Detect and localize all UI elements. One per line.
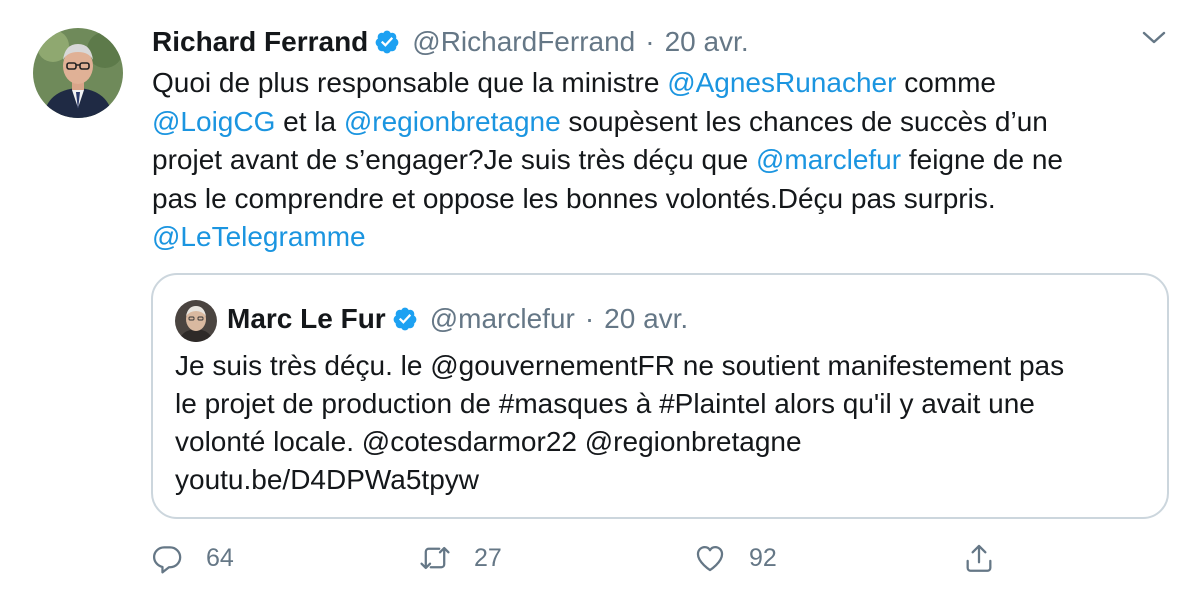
quoted-author-avatar[interactable] (175, 300, 217, 342)
reply-count: 64 (206, 543, 234, 572)
header-separator: · (645, 26, 655, 57)
quoted-header-separator: · (584, 303, 595, 334)
mention-link[interactable]: @LeTelegramme (152, 221, 366, 252)
quoted-tweet[interactable]: Marc Le Fur @marclefur · 20 avr. Je suis… (151, 273, 1169, 519)
reply-icon (152, 546, 182, 574)
tweet-text: Quoi de plus responsable que la ministre… (152, 64, 1162, 257)
quoted-text-line: le projet de production de #masques à #P… (175, 388, 1035, 419)
share-button[interactable] (962, 536, 996, 580)
mention-link[interactable]: @marclefur (756, 144, 901, 175)
quoted-text-line: youtu.be/D4DPWa5tpyw (175, 464, 479, 495)
tweet-text-segment: Quoi de plus responsable que la ministre (152, 67, 668, 98)
tweet-header: Richard Ferrand @RichardFerrand · 20 avr… (152, 22, 749, 62)
chevron-down-icon[interactable] (1141, 28, 1167, 48)
tweet-text-line: pas le comprendre et oppose les bonnes v… (152, 180, 1162, 219)
tweet-text-line: @LeTelegramme (152, 218, 1162, 257)
tweet-actions: 64 27 92 (150, 536, 1010, 580)
tweet-text-line: Quoi de plus responsable que la ministre… (152, 64, 1162, 103)
quoted-author-handle[interactable]: @marclefur (430, 303, 575, 335)
tweet-text-segment: et la (275, 105, 344, 137)
tweet-text-segment: feigne de ne (901, 144, 1063, 175)
mention-link[interactable]: @regionbretagne (344, 106, 561, 137)
verified-badge-icon (374, 29, 400, 55)
quoted-text-line: volonté locale. @cotesdarmor22 @regionbr… (175, 426, 802, 457)
quoted-author-name[interactable]: Marc Le Fur (227, 303, 386, 335)
mention-link[interactable]: @AgnesRunacher (667, 67, 896, 98)
share-icon (966, 544, 992, 572)
author-handle[interactable]: @RichardFerrand (412, 26, 635, 58)
author-avatar[interactable] (33, 28, 123, 118)
quoted-tweet-text: Je suis très déçu. le @gouvernementFR ne… (175, 347, 1155, 499)
heart-icon (696, 545, 724, 572)
mention-link[interactable]: @LoigCG (152, 106, 275, 137)
author-name[interactable]: Richard Ferrand (152, 26, 368, 58)
like-count: 92 (749, 543, 777, 572)
like-button[interactable]: 92 (693, 536, 777, 580)
quoted-tweet-date[interactable]: 20 avr. (604, 303, 688, 335)
retweet-icon (420, 546, 450, 570)
tweet-text-line: @LoigCG et la @regionbretagne soupèsent … (152, 103, 1162, 142)
tweet-text-segment: comme (896, 67, 996, 98)
tweet-date[interactable]: 20 avr. (665, 26, 749, 58)
retweet-button[interactable]: 27 (418, 536, 502, 580)
reply-button[interactable]: 64 (150, 536, 234, 580)
tweet-card[interactable]: Richard Ferrand @RichardFerrand · 20 avr… (0, 0, 1202, 596)
tweet-text-segment: projet avant de s’engager?Je suis très d… (152, 144, 756, 175)
quoted-text-line: Je suis très déçu. le @gouvernementFR ne… (175, 350, 1065, 381)
tweet-text-line: projet avant de s’engager?Je suis très d… (152, 141, 1162, 180)
verified-badge-icon (392, 306, 418, 332)
quoted-tweet-header: Marc Le Fur @marclefur · 20 avr. (227, 299, 688, 339)
tweet-text-segment: soupèsent les chances de succès d’un (560, 105, 1048, 137)
tweet-text-segment: pas le comprendre et oppose les bonnes v… (152, 182, 996, 214)
retweet-count: 27 (474, 543, 502, 572)
